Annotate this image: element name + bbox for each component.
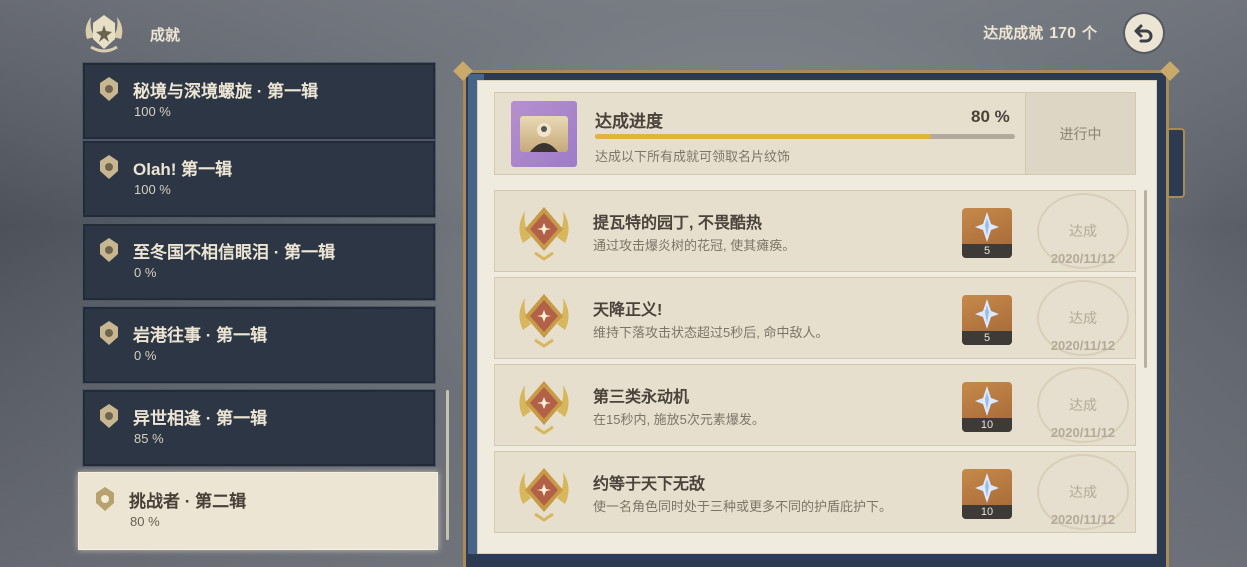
achievement-title: 天降正义! [593, 302, 663, 319]
namecard-reward-image [511, 101, 577, 167]
achieved-number: 170 [1049, 25, 1076, 42]
category-name: 秘境与深境螺旋 · 第一辑 [133, 82, 319, 101]
category-name: 异世相逢 · 第一辑 [133, 409, 268, 428]
achievement-item[interactable]: 第三类永动机 在15秒内, 施放5次元素爆发。 10 达成 2020/11/12 [494, 364, 1136, 446]
reward-quantity: 5 [962, 331, 1012, 345]
back-button[interactable] [1125, 14, 1163, 52]
achieved-unit: 个 [1081, 25, 1097, 42]
category-percent: 85 % [134, 431, 164, 446]
achievement-item[interactable]: 天降正义! 维持下落攻击状态超过5秒后, 命中敌人。 5 达成 2020/11/… [494, 277, 1136, 359]
achievement-title: 约等于天下无敌 [593, 476, 706, 493]
primogem-reward: 5 [962, 295, 1012, 345]
achieved-count: 达成成就 170 个 [983, 22, 1097, 43]
achievement-description: 在15秒内, 施放5次元素爆发。 [593, 412, 765, 427]
progress-percent: 80 % [971, 107, 1010, 126]
achieved-label: 达成成就 [983, 25, 1044, 42]
achievement-medal-icon [519, 207, 569, 261]
achievement-medal-icon [519, 294, 569, 348]
primogem-icon [975, 299, 999, 329]
completion-date: 2020/11/12 [1050, 512, 1116, 527]
category-badge-icon [96, 487, 114, 511]
reward-quantity: 10 [962, 418, 1012, 432]
primogem-reward: 10 [962, 469, 1012, 519]
category-item[interactable]: Olah! 第一辑 100 % [82, 140, 436, 218]
reward-quantity: 5 [962, 244, 1012, 258]
achievement-medal-icon [519, 381, 569, 435]
progress-card: 达成进度 80 % 达成以下所有成就可领取名片纹饰 进行中 [494, 92, 1136, 175]
category-name: 挑战者 · 第二辑 [129, 492, 247, 511]
category-item-active[interactable]: 挑战者 · 第二辑 80 % [78, 472, 438, 550]
category-name: 岩港往事 · 第一辑 [133, 326, 268, 345]
progress-bar [595, 134, 1015, 139]
achievement-scrollbar[interactable] [1144, 190, 1147, 368]
category-item[interactable]: 至冬国不相信眼泪 · 第一辑 0 % [82, 223, 436, 301]
progress-label: 达成进度 [595, 112, 663, 131]
stamp-label: 达成 [1069, 310, 1097, 326]
progress-status: 进行中 [1025, 93, 1135, 174]
stamp-label: 达成 [1069, 397, 1097, 413]
achievement-item[interactable]: 提瓦特的园丁, 不畏酷热 通过攻击爆炎树的花冠, 使其瘫痪。 5 达成 2020… [494, 190, 1136, 272]
category-badge-icon [100, 77, 118, 101]
primogem-reward: 5 [962, 208, 1012, 258]
achievement-item[interactable]: 约等于天下无敌 使一名角色同时处于三种或更多不同的护盾庇护下。 10 达成 20… [494, 451, 1136, 533]
completed-stamp: 达成 2020/11/12 [1033, 278, 1133, 358]
completed-stamp: 达成 2020/11/12 [1033, 191, 1133, 271]
category-badge-icon [100, 238, 118, 262]
category-name: Olah! 第一辑 [133, 160, 233, 179]
achievement-description: 使一名角色同时处于三种或更多不同的护盾庇护下。 [593, 499, 893, 514]
category-badge-icon [100, 155, 118, 179]
completed-stamp: 达成 2020/11/12 [1033, 452, 1133, 532]
back-arrow-icon [1134, 24, 1153, 43]
achievement-title: 第三类永动机 [593, 389, 690, 406]
completion-date: 2020/11/12 [1050, 425, 1116, 440]
category-percent: 100 % [134, 182, 171, 197]
primogem-icon [975, 473, 999, 503]
primogem-icon [975, 212, 999, 242]
book-side-tab [1169, 128, 1185, 198]
achievement-emblem-icon [78, 8, 130, 58]
completed-stamp: 达成 2020/11/12 [1033, 365, 1133, 445]
progress-description: 达成以下所有成就可领取名片纹饰 [595, 149, 791, 164]
category-percent: 0 % [134, 348, 157, 363]
completion-date: 2020/11/12 [1050, 338, 1116, 353]
category-item[interactable]: 异世相逢 · 第一辑 85 % [82, 389, 436, 467]
category-percent: 80 % [130, 514, 160, 529]
primogem-reward: 10 [962, 382, 1012, 432]
category-percent: 0 % [134, 265, 157, 280]
completion-date: 2020/11/12 [1050, 251, 1116, 266]
stamp-label: 达成 [1069, 484, 1097, 500]
category-scrollbar[interactable] [446, 390, 449, 540]
category-item[interactable]: 岩港往事 · 第一辑 0 % [82, 306, 436, 384]
achievement-description: 维持下落攻击状态超过5秒后, 命中敌人。 [593, 325, 829, 340]
category-name: 至冬国不相信眼泪 · 第一辑 [133, 243, 336, 262]
category-badge-icon [100, 404, 118, 428]
progress-bar-fill [595, 134, 931, 139]
primogem-icon [975, 386, 999, 416]
page-title: 成就 [150, 27, 181, 44]
category-badge-icon [100, 321, 118, 345]
achievement-title: 提瓦特的园丁, 不畏酷热 [593, 215, 762, 232]
category-item[interactable]: 秘境与深境螺旋 · 第一辑 100 % [82, 62, 436, 140]
stamp-label: 达成 [1069, 223, 1097, 239]
achievement-description: 通过攻击爆炎树的花冠, 使其瘫痪。 [593, 238, 796, 253]
category-percent: 100 % [134, 104, 171, 119]
reward-quantity: 10 [962, 505, 1012, 519]
achievement-medal-icon [519, 468, 569, 522]
